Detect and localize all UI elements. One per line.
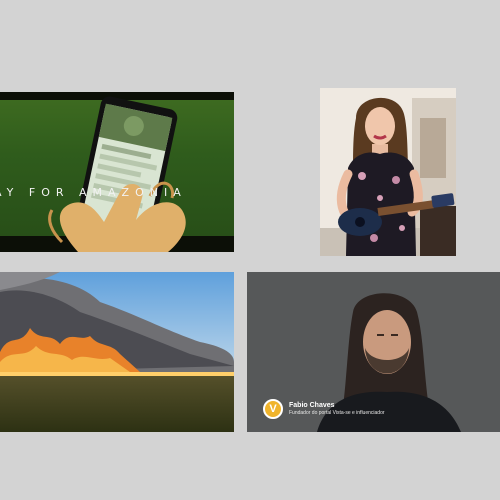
video-tile-pray-for-amazonia[interactable]: AY FOR AMAZONIA xyxy=(0,92,234,252)
video-tile-singer[interactable] xyxy=(320,88,456,256)
v-logo-icon: V xyxy=(263,399,283,419)
logo-letter: V xyxy=(269,403,277,415)
phone-in-hand-illustration xyxy=(48,96,186,252)
speaker-captions: Fabio Chaves Fundador do portal Vista-se… xyxy=(289,402,385,416)
video-caption-text: AY FOR AMAZONIA xyxy=(0,186,187,199)
forest-fire-image xyxy=(0,272,234,432)
name-lower-third: V Fabio Chaves Fundador do portal Vista-… xyxy=(263,398,385,420)
video-tile-speaker[interactable]: V Fabio Chaves Fundador do portal Vista-… xyxy=(247,272,500,432)
video-tile-fire[interactable] xyxy=(0,272,234,432)
speaker-name: Fabio Chaves xyxy=(289,402,335,409)
singer-with-ukulele-image xyxy=(320,88,456,256)
speaker-role: Fundador do portal Vista-se e influencia… xyxy=(289,410,385,416)
